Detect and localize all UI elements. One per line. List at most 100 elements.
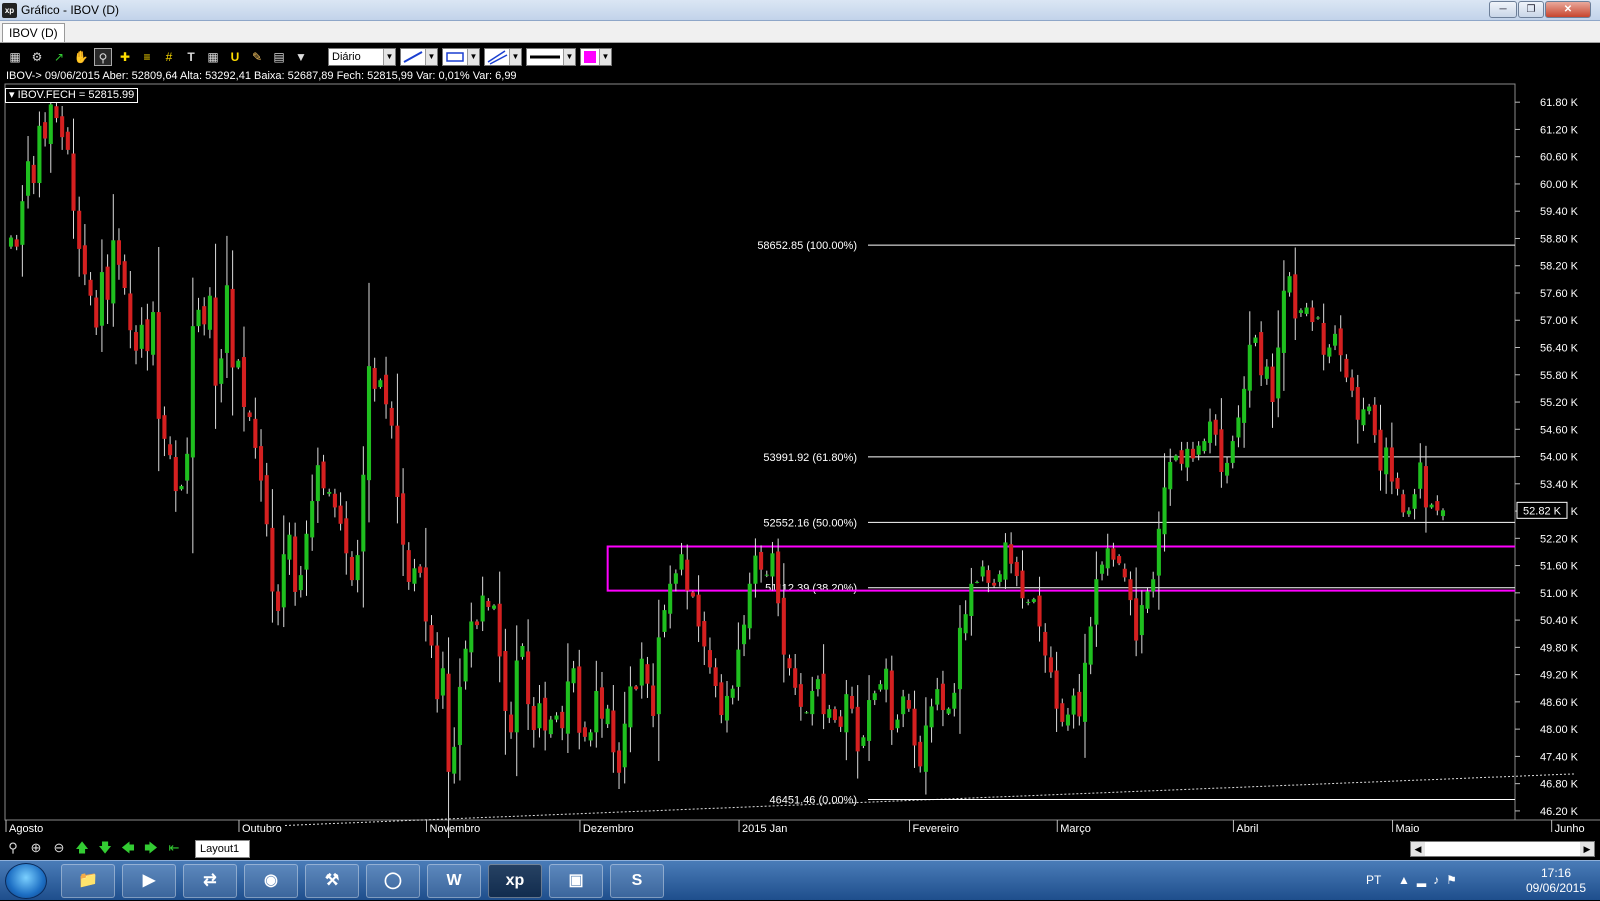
candle-up bbox=[935, 689, 940, 705]
candle-down bbox=[423, 567, 428, 622]
chart-icon[interactable]: ▦ bbox=[6, 48, 24, 66]
magnet-icon[interactable]: U bbox=[226, 48, 244, 66]
chevron-down-icon: ▼ bbox=[509, 49, 521, 65]
line-tool-select[interactable]: ▼ bbox=[400, 48, 438, 66]
chrome-icon[interactable]: ◯ bbox=[366, 864, 420, 898]
candle-down bbox=[406, 550, 411, 582]
candle-down bbox=[60, 116, 65, 138]
y-tick-label: 60.00 K bbox=[1540, 179, 1579, 191]
candle-down bbox=[88, 279, 93, 296]
arrow-down-icon[interactable]: 🡇 bbox=[96, 839, 114, 857]
zoom-out-icon[interactable]: ⊖ bbox=[50, 839, 68, 857]
scroll-left-icon[interactable]: ◀ bbox=[1411, 842, 1425, 856]
candle-up bbox=[1185, 448, 1190, 468]
candle-up bbox=[99, 272, 104, 326]
flag-icon[interactable]: ⚑ bbox=[1446, 873, 1464, 887]
candle-up bbox=[1406, 510, 1411, 515]
start-button[interactable] bbox=[5, 863, 47, 899]
price-chart[interactable]: 61.80 K 61.20 K 60.60 K 60.00 K 59.40 K 58.80… bbox=[0, 0, 1600, 838]
y-tick-label: 54.60 K bbox=[1540, 424, 1579, 436]
candle-down bbox=[986, 570, 991, 583]
hp-icon[interactable]: ◉ bbox=[244, 864, 298, 898]
candle-up bbox=[1100, 564, 1105, 574]
candle-up bbox=[554, 715, 559, 720]
volume-icon[interactable]: ♪ bbox=[1433, 873, 1446, 887]
candle-up bbox=[872, 693, 877, 701]
candle-down bbox=[253, 418, 258, 448]
rectangle-tool-select[interactable]: ▼ bbox=[442, 48, 480, 66]
signal-icon[interactable]: ▂ bbox=[1417, 873, 1433, 887]
tools-icon[interactable]: ⚒ bbox=[305, 864, 359, 898]
candle-up bbox=[895, 719, 900, 729]
photos-icon[interactable]: ▣ bbox=[549, 864, 603, 898]
arrow-up-icon[interactable]: 🡅 bbox=[73, 839, 91, 857]
candle-down bbox=[503, 650, 508, 711]
candle-up bbox=[963, 614, 968, 634]
crosshair-icon[interactable]: ✚ bbox=[116, 48, 134, 66]
tray-icons[interactable]: ▲▂♪⚑ bbox=[1398, 873, 1464, 887]
candle-up bbox=[20, 201, 25, 245]
candle-up bbox=[452, 746, 457, 774]
candle-down bbox=[889, 670, 894, 731]
candle-up bbox=[929, 706, 934, 728]
language-indicator[interactable]: PT bbox=[1366, 873, 1381, 887]
hand-icon[interactable]: ✋ bbox=[72, 48, 90, 66]
candle-up bbox=[196, 309, 201, 327]
scroll-right-icon[interactable]: ▶ bbox=[1580, 842, 1594, 856]
arrow-left-icon[interactable]: 🡄 bbox=[119, 839, 137, 857]
candle-down bbox=[168, 444, 173, 456]
x-tick-label: Outubro bbox=[242, 823, 282, 835]
zoom-in-icon[interactable]: ⊕ bbox=[27, 839, 45, 857]
candle-down bbox=[509, 714, 514, 733]
candle-up bbox=[355, 555, 360, 581]
brush-icon[interactable]: ✎ bbox=[248, 48, 266, 66]
candle-down bbox=[241, 357, 247, 408]
arrow-right-icon[interactable]: 🡆 bbox=[142, 839, 160, 857]
line-width-select[interactable]: ▼ bbox=[526, 48, 576, 66]
candle-up bbox=[298, 575, 303, 591]
series-legend[interactable]: ▾ IBOV.FECH = 52815.99 bbox=[5, 88, 139, 103]
filter-icon[interactable]: ▼ bbox=[292, 48, 310, 66]
trend-icon[interactable]: ↗ bbox=[50, 48, 68, 66]
folder-icon[interactable]: 📁 bbox=[61, 864, 115, 898]
channel-tool-select[interactable]: ▼ bbox=[484, 48, 522, 66]
skype-icon[interactable]: S bbox=[610, 864, 664, 898]
candle-down bbox=[1213, 419, 1218, 435]
chevron-down-icon: ▼ bbox=[425, 49, 437, 65]
candle-down bbox=[1128, 579, 1133, 601]
horizontal-scrollbar[interactable]: ◀ ▶ bbox=[1410, 841, 1595, 857]
text-icon[interactable]: T bbox=[182, 48, 200, 66]
x-tick-label: 2015 Jan bbox=[742, 823, 787, 835]
candle-up bbox=[764, 574, 769, 576]
x-tick-label: Maio bbox=[1396, 823, 1420, 835]
candle-down bbox=[395, 425, 400, 497]
zoom-select-icon[interactable]: ⚲ bbox=[94, 48, 112, 66]
candle-up bbox=[236, 360, 241, 368]
candle-down bbox=[1338, 328, 1343, 356]
chevron-up-icon[interactable]: ▲ bbox=[1398, 873, 1417, 887]
word-icon[interactable]: W bbox=[427, 864, 481, 898]
layout-tab[interactable]: Layout1 bbox=[195, 840, 250, 858]
gear-icon[interactable]: ⚙ bbox=[28, 48, 46, 66]
candle-up bbox=[287, 534, 292, 560]
arrow-left-end-icon[interactable]: ⇤ bbox=[165, 839, 183, 857]
candle-up bbox=[1202, 441, 1207, 452]
candle-down bbox=[1190, 448, 1196, 459]
candle-up bbox=[1151, 579, 1156, 592]
candle-up bbox=[639, 658, 644, 686]
fibonacci-icon[interactable]: ≡ bbox=[138, 48, 156, 66]
xp-icon[interactable]: xp bbox=[488, 864, 542, 898]
y-tick-label: 58.80 K bbox=[1540, 233, 1579, 245]
zoom-icon[interactable]: ⚲ bbox=[4, 839, 22, 857]
grid-icon[interactable]: # bbox=[160, 48, 178, 66]
media-player-icon[interactable]: ▶ bbox=[122, 864, 176, 898]
calculator-icon[interactable]: ▦ bbox=[204, 48, 222, 66]
candle-up bbox=[1105, 548, 1110, 569]
period-select[interactable]: Diário ▼ bbox=[328, 48, 396, 66]
color-select[interactable]: ▼ bbox=[580, 48, 612, 66]
clock[interactable]: 17:16 09/06/2015 bbox=[1518, 866, 1594, 896]
candle-up bbox=[1026, 601, 1031, 603]
clipboard-icon[interactable]: ▤ bbox=[270, 48, 288, 66]
network-icon[interactable]: ⇄ bbox=[183, 864, 237, 898]
candle-down bbox=[418, 566, 423, 573]
